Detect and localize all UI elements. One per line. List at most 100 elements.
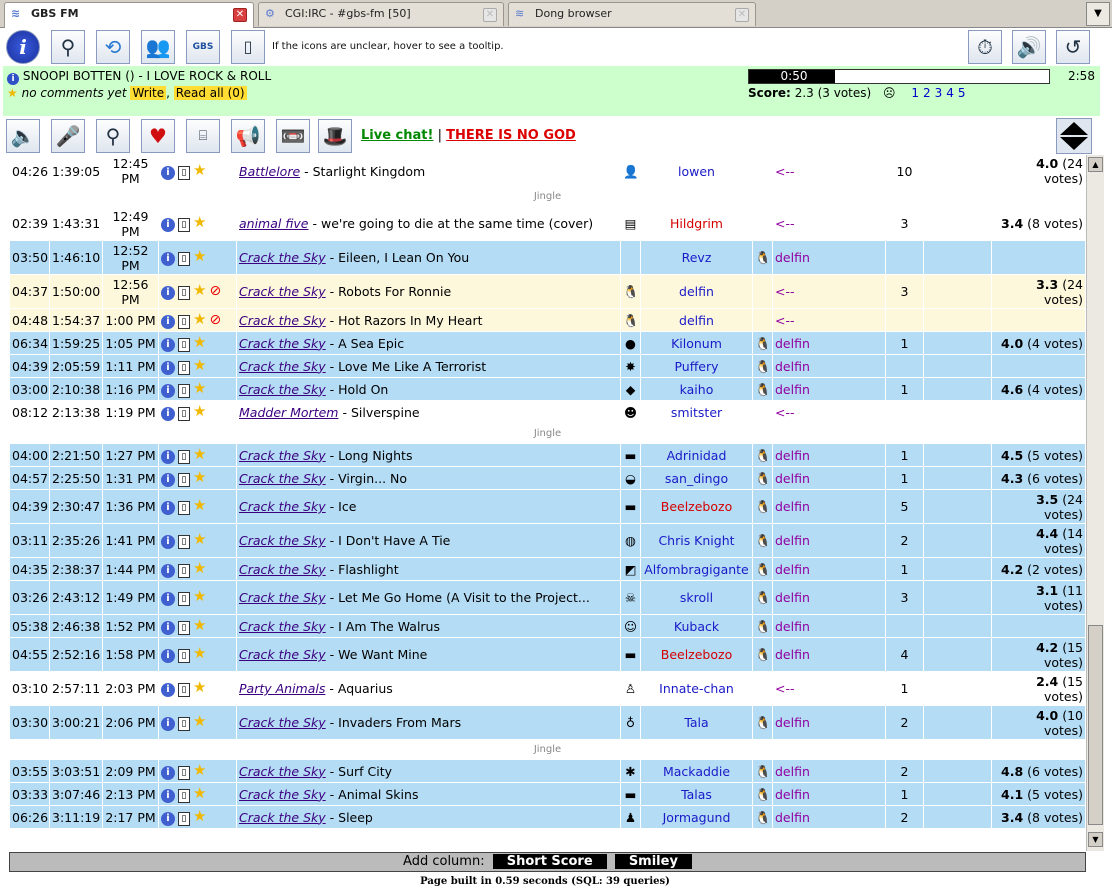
bookmark-icon[interactable]: ▯ [178, 620, 190, 635]
read-all-link[interactable]: Read all (0) [173, 86, 247, 100]
artist-link[interactable]: Crack the Sky [239, 647, 326, 662]
short-score-button[interactable]: Short Score [492, 854, 607, 869]
info-icon[interactable]: i [161, 383, 175, 398]
scroll-down-icon[interactable]: ▼ [1088, 832, 1103, 847]
requester-name[interactable]: delfin [772, 240, 886, 275]
bookmark-icon[interactable]: ▯ [178, 383, 190, 398]
close-icon[interactable]: ✕ [735, 8, 749, 22]
bookmark-icon[interactable]: ▯ [178, 717, 190, 731]
bookmark-icon[interactable]: ▯ [178, 811, 190, 826]
bookmark-icon[interactable]: ▯ [178, 649, 190, 663]
speaker-icon[interactable]: 🔈 [6, 119, 40, 153]
upload-icon[interactable]: ⌸ [186, 119, 220, 153]
volume-icon[interactable]: 🔊 [1012, 30, 1046, 64]
requester-name[interactable]: delfin [772, 489, 886, 524]
info-icon[interactable]: i [161, 218, 175, 232]
artist-link[interactable]: Crack the Sky [239, 250, 326, 265]
bookmark-icon[interactable]: ▯ [178, 765, 190, 780]
bookmark-icon[interactable]: ▯ [178, 592, 190, 606]
vote-link-5[interactable]: 5 [958, 86, 966, 100]
artist-link[interactable]: Crack the Sky [239, 764, 326, 779]
ban-icon[interactable]: ⊘ [209, 312, 221, 328]
uploader-name[interactable]: Jormagund [640, 805, 753, 829]
star-icon[interactable]: ★ [193, 403, 206, 419]
artist-link[interactable]: Crack the Sky [239, 359, 326, 374]
uploader-name[interactable]: kaiho [640, 377, 753, 401]
artist-link[interactable]: Crack the Sky [239, 313, 326, 328]
info-icon[interactable]: i [161, 314, 175, 329]
bookmark-icon[interactable]: ▯ [178, 535, 190, 549]
star-icon[interactable]: ★ [193, 589, 206, 604]
heart-icon[interactable]: ♥ [141, 119, 175, 153]
info-icon[interactable]: i [161, 620, 175, 635]
close-icon[interactable]: ✕ [233, 8, 247, 22]
bookmark-icon[interactable]: ▯ [178, 683, 190, 697]
uploader-name[interactable]: Kilonum [640, 331, 753, 355]
requester-name[interactable]: delfin [772, 443, 886, 467]
star-icon[interactable]: ★ [193, 380, 206, 396]
vote-link-2[interactable]: 2 [923, 86, 931, 100]
search-icon[interactable]: ⚲ [96, 119, 130, 153]
vote-link-4[interactable]: 4 [946, 86, 954, 100]
vote-link-1[interactable]: 1 [911, 86, 919, 100]
info-icon[interactable]: i [7, 73, 19, 85]
star-icon[interactable]: ★ [193, 617, 206, 633]
tab-dong-browser[interactable]: ≋ Dong browser ✕ [508, 2, 756, 26]
info-icon[interactable]: i [161, 501, 175, 515]
info-icon[interactable]: i [161, 592, 175, 606]
info-icon[interactable]: i [161, 717, 175, 731]
requester-name[interactable]: delfin [772, 705, 886, 740]
uploader-name[interactable]: Beelzebozo [640, 637, 753, 672]
artist-link[interactable]: Party Animals [239, 681, 325, 696]
hat-icon[interactable]: 🎩 [318, 119, 352, 153]
sort-toggle-button[interactable] [1056, 118, 1092, 154]
requester-name[interactable]: delfin [772, 331, 886, 355]
close-icon[interactable]: ✕ [483, 8, 497, 22]
uploader-name[interactable]: Adrinidad [640, 443, 753, 467]
star-icon[interactable]: ★ [193, 469, 206, 485]
star-icon[interactable]: ★ [193, 714, 206, 729]
scroll-up-icon[interactable]: ▲ [1088, 157, 1103, 172]
bookmark-icon[interactable]: ▯ [178, 563, 190, 578]
bookmark-icon[interactable]: ▯ [178, 314, 190, 329]
uploader-name[interactable]: delfin [640, 274, 753, 309]
info-icon[interactable]: i [161, 788, 175, 803]
star-icon[interactable]: ★ [193, 334, 206, 350]
artist-link[interactable]: Crack the Sky [239, 715, 326, 730]
tab-list-button[interactable]: ▼ [1086, 2, 1110, 26]
bookmark-icon[interactable]: ▯ [178, 360, 190, 375]
artist-link[interactable]: Crack the Sky [239, 448, 326, 463]
uploader-name[interactable]: smitster [640, 400, 753, 424]
tab-cgi-irc[interactable]: ⚙ CGI:IRC - #gbs-fm [50] ✕ [258, 2, 504, 26]
info-icon[interactable]: i [161, 649, 175, 663]
info-icon[interactable]: i [161, 811, 175, 826]
uploader-name[interactable]: Innate-chan [640, 671, 753, 706]
artist-link[interactable]: Crack the Sky [239, 533, 326, 548]
bookmark-icon[interactable]: ▯ [178, 337, 190, 352]
requester-name[interactable]: <-- [772, 400, 886, 424]
artist-link[interactable]: animal five [239, 216, 309, 231]
bookmark-icon[interactable]: ▯ [178, 252, 190, 266]
requester-name[interactable]: <-- [772, 274, 886, 309]
requester-name[interactable]: delfin [772, 466, 886, 490]
star-icon[interactable]: ★ [193, 532, 206, 547]
info-icon[interactable]: i [161, 286, 175, 300]
search-icon[interactable]: ⚲ [51, 30, 85, 64]
switch-icon[interactable]: ▯ [231, 30, 265, 64]
artist-link[interactable]: Crack the Sky [239, 810, 326, 825]
requester-name[interactable]: <-- [772, 671, 886, 706]
info-icon[interactable]: i [161, 472, 175, 487]
info-icon[interactable]: i [161, 165, 175, 180]
artist-link[interactable]: Crack the Sky [239, 590, 326, 605]
scroll-thumb[interactable] [1088, 625, 1103, 825]
artist-link[interactable]: Crack the Sky [239, 471, 326, 486]
info-icon[interactable]: i [161, 449, 175, 464]
requester-name[interactable]: delfin [772, 805, 886, 829]
requester-name[interactable]: delfin [772, 614, 886, 638]
uploader-name[interactable]: Puffery [640, 354, 753, 378]
stopwatch-icon[interactable]: ⏱ [968, 30, 1002, 64]
bookmark-icon[interactable]: ▯ [178, 165, 190, 180]
star-icon[interactable]: ★ [193, 808, 206, 824]
uploader-name[interactable]: Kuback [640, 614, 753, 638]
requester-name[interactable]: <-- [772, 308, 886, 332]
